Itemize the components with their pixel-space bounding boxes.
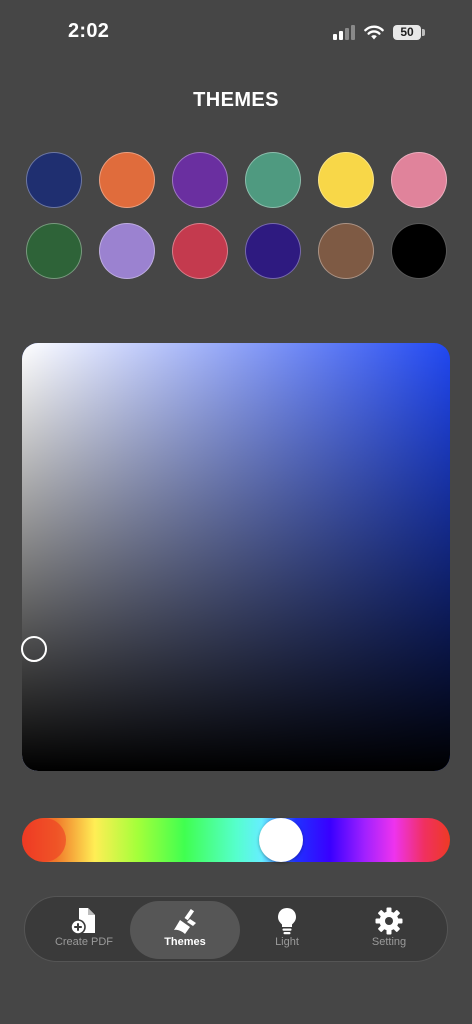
status-icons: 50 xyxy=(333,21,425,43)
status-bar: 2:02 50 xyxy=(0,0,472,60)
swatch-yellow[interactable] xyxy=(318,152,374,208)
picker-black-gradient xyxy=(22,343,450,771)
wifi-icon xyxy=(364,25,384,40)
theme-swatch-grid xyxy=(26,152,447,279)
create-pdf-icon xyxy=(69,907,99,935)
page-title: THEMES xyxy=(193,89,279,111)
cellular-signal-icon xyxy=(333,24,355,40)
battery-level: 50 xyxy=(400,25,414,39)
hue-slider[interactable] xyxy=(22,818,450,862)
swatch-indigo[interactable] xyxy=(245,223,301,279)
tab-bar: Create PDF Themes Light Setting xyxy=(24,896,448,962)
battery-icon: 50 xyxy=(393,24,425,40)
swatch-green[interactable] xyxy=(26,223,82,279)
saturation-brightness-picker[interactable] xyxy=(22,343,450,771)
swatch-brown[interactable] xyxy=(318,223,374,279)
swatch-teal[interactable] xyxy=(245,152,301,208)
swatch-purple[interactable] xyxy=(172,152,228,208)
status-time: 2:02 xyxy=(68,20,110,42)
swatch-black[interactable] xyxy=(391,223,447,279)
paintbrush-icon xyxy=(170,907,200,935)
tab-label-setting: Setting xyxy=(371,936,407,948)
swatch-lavender[interactable] xyxy=(99,223,155,279)
tab-label-light: Light xyxy=(275,936,299,948)
lightbulb-icon xyxy=(272,907,302,935)
tab-light[interactable]: Light xyxy=(232,901,342,959)
tab-create-pdf[interactable]: Create PDF xyxy=(29,901,139,959)
hue-slider-thumb[interactable] xyxy=(259,818,303,862)
tab-label-create-pdf: Create PDF xyxy=(54,936,114,948)
swatch-crimson[interactable] xyxy=(172,223,228,279)
swatch-navy[interactable] xyxy=(26,152,82,208)
swatch-pink[interactable] xyxy=(391,152,447,208)
tab-label-themes: Themes xyxy=(164,936,206,948)
gear-icon xyxy=(374,907,404,935)
swatch-orange[interactable] xyxy=(99,152,155,208)
picker-handle[interactable] xyxy=(21,636,47,662)
tab-themes[interactable]: Themes xyxy=(130,901,240,959)
tab-setting[interactable]: Setting xyxy=(334,901,444,959)
hue-slider-cap xyxy=(22,818,66,862)
